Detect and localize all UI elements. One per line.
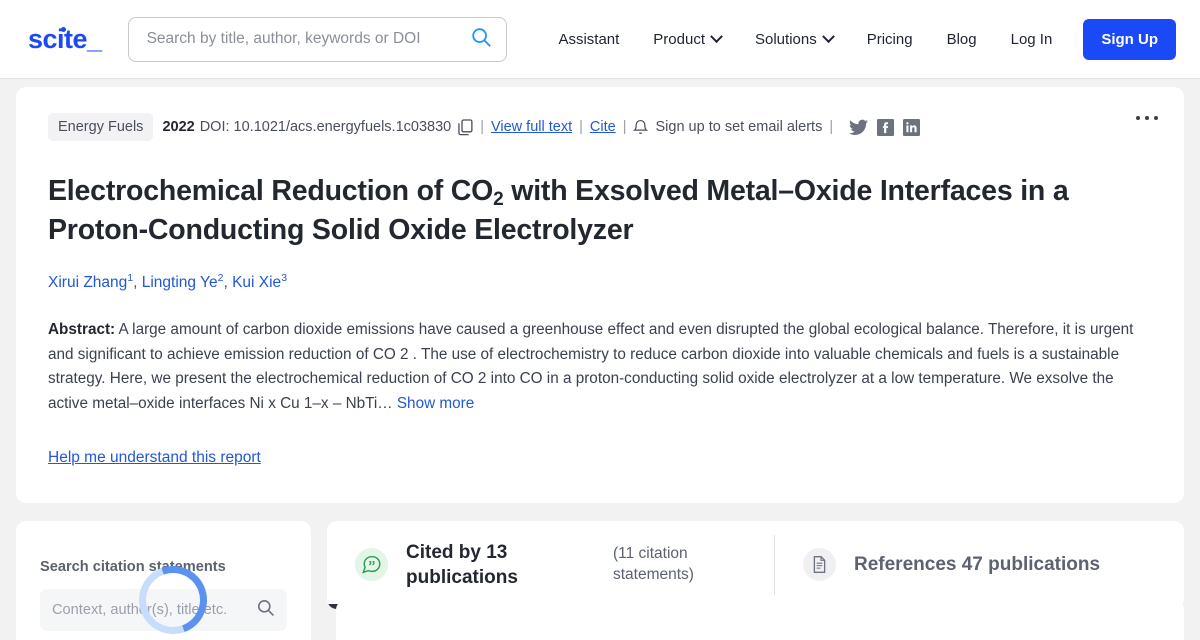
publication-tabs: Cited by 13 publications (11 citation st…: [327, 520, 1184, 609]
nav-label: Pricing: [866, 30, 913, 48]
bell-icon[interactable]: [633, 119, 649, 136]
results-card: [336, 600, 1184, 640]
abstract-text: A large amount of carbon dioxide emissio…: [48, 320, 1134, 413]
author-kui-xie[interactable]: Kui Xie3: [232, 271, 288, 291]
author-separator: ,: [223, 273, 233, 291]
nav-item-pricing[interactable]: Pricing: [850, 31, 930, 48]
email-alerts-link[interactable]: Sign up to set email alerts: [655, 119, 822, 135]
publication-year: 2022: [162, 119, 195, 135]
nav-item-assistant[interactable]: Assistant: [541, 31, 636, 48]
title-part-1: Electrochemical Reduction of CO: [48, 175, 494, 207]
author-affiliation: 3: [281, 271, 288, 284]
author-name: Kui Xie: [232, 273, 282, 291]
abstract: Abstract: A large amount of carbon dioxi…: [48, 318, 1150, 417]
author-separator: ,: [133, 273, 142, 291]
author-name: Xirui Zhang: [48, 273, 128, 291]
linkedin-icon[interactable]: [903, 118, 921, 136]
search-input[interactable]: [146, 30, 470, 48]
paper-meta: Energy Fuels 2022 DOI: 10.1021/acs.energ…: [48, 113, 1150, 141]
page-title: Electrochemical Reduction of CO2 with Ex…: [48, 173, 1148, 250]
social-share-group: [849, 118, 921, 136]
meta-separator: |: [622, 119, 627, 135]
meta-separator: |: [579, 119, 583, 135]
author-lingting-ye[interactable]: Lingting Ye2: [141, 272, 224, 291]
chevron-down-icon: [821, 29, 835, 43]
nav-item-product[interactable]: Product: [636, 29, 738, 48]
quote-bubble-icon: [355, 548, 388, 582]
tab-cited-by[interactable]: Cited by 13 publications (11 citation st…: [327, 521, 774, 609]
facebook-icon[interactable]: [877, 118, 895, 136]
global-search[interactable]: [127, 16, 507, 62]
nav-label: Product: [653, 30, 705, 48]
chevron-down-icon: [710, 29, 723, 43]
tab-cited-by-sublabel: (11 citation statements): [613, 545, 694, 583]
nav-item-solutions[interactable]: Solutions: [738, 29, 850, 48]
tab-references-label: References 47 publications: [854, 554, 1101, 576]
more-options-icon[interactable]: [1136, 116, 1158, 120]
nav-label: Assistant: [558, 30, 620, 48]
view-full-text-link[interactable]: View full text: [491, 119, 572, 135]
twitter-icon[interactable]: [849, 119, 869, 136]
nav-item-blog[interactable]: Blog: [930, 31, 994, 48]
cite-link[interactable]: Cite: [590, 119, 616, 135]
search-icon[interactable]: [470, 26, 492, 53]
logo-dot-icon: [61, 26, 66, 32]
copy-icon[interactable]: [458, 118, 473, 136]
title-subscript: 2: [493, 189, 504, 210]
tab-references[interactable]: References 47 publications: [775, 521, 1126, 609]
meta-separator: |: [829, 119, 834, 135]
site-header: scite_ Assistant Product Solutions Prici…: [0, 0, 1200, 79]
nav-item-login[interactable]: Log In: [994, 31, 1070, 48]
nav-label: Log In: [1010, 30, 1053, 48]
scite-logo[interactable]: scite_: [28, 24, 102, 55]
search-icon[interactable]: [256, 598, 275, 622]
document-icon: [803, 548, 836, 582]
paper-card: Energy Fuels 2022 DOI: 10.1021/acs.energ…: [16, 87, 1184, 503]
citation-search-sidebar: Search citation statements: [16, 520, 311, 640]
main-nav: Assistant Product Solutions Pricing Blog…: [541, 18, 1176, 60]
help-understand-report-link[interactable]: Help me understand this report: [48, 449, 261, 467]
abstract-label: Abstract:: [48, 320, 116, 338]
author-xirui-zhang[interactable]: Xirui Zhang1: [48, 272, 133, 291]
journal-badge: Energy Fuels: [48, 113, 154, 141]
nav-label: Solutions: [755, 30, 817, 48]
nav-label: Blog: [946, 30, 977, 48]
doi-text: DOI: 10.1021/acs.energyfuels.1c03830: [199, 119, 452, 135]
author-list: Xirui Zhang1, Lingting Ye2, Kui Xie3: [48, 272, 1150, 292]
show-more-link[interactable]: Show more: [397, 395, 474, 412]
sign-up-button[interactable]: Sign Up: [1083, 18, 1176, 60]
tab-cited-by-label: Cited by 13 publications: [406, 541, 518, 588]
author-name: Lingting Ye: [141, 273, 218, 291]
meta-separator: |: [480, 119, 484, 135]
